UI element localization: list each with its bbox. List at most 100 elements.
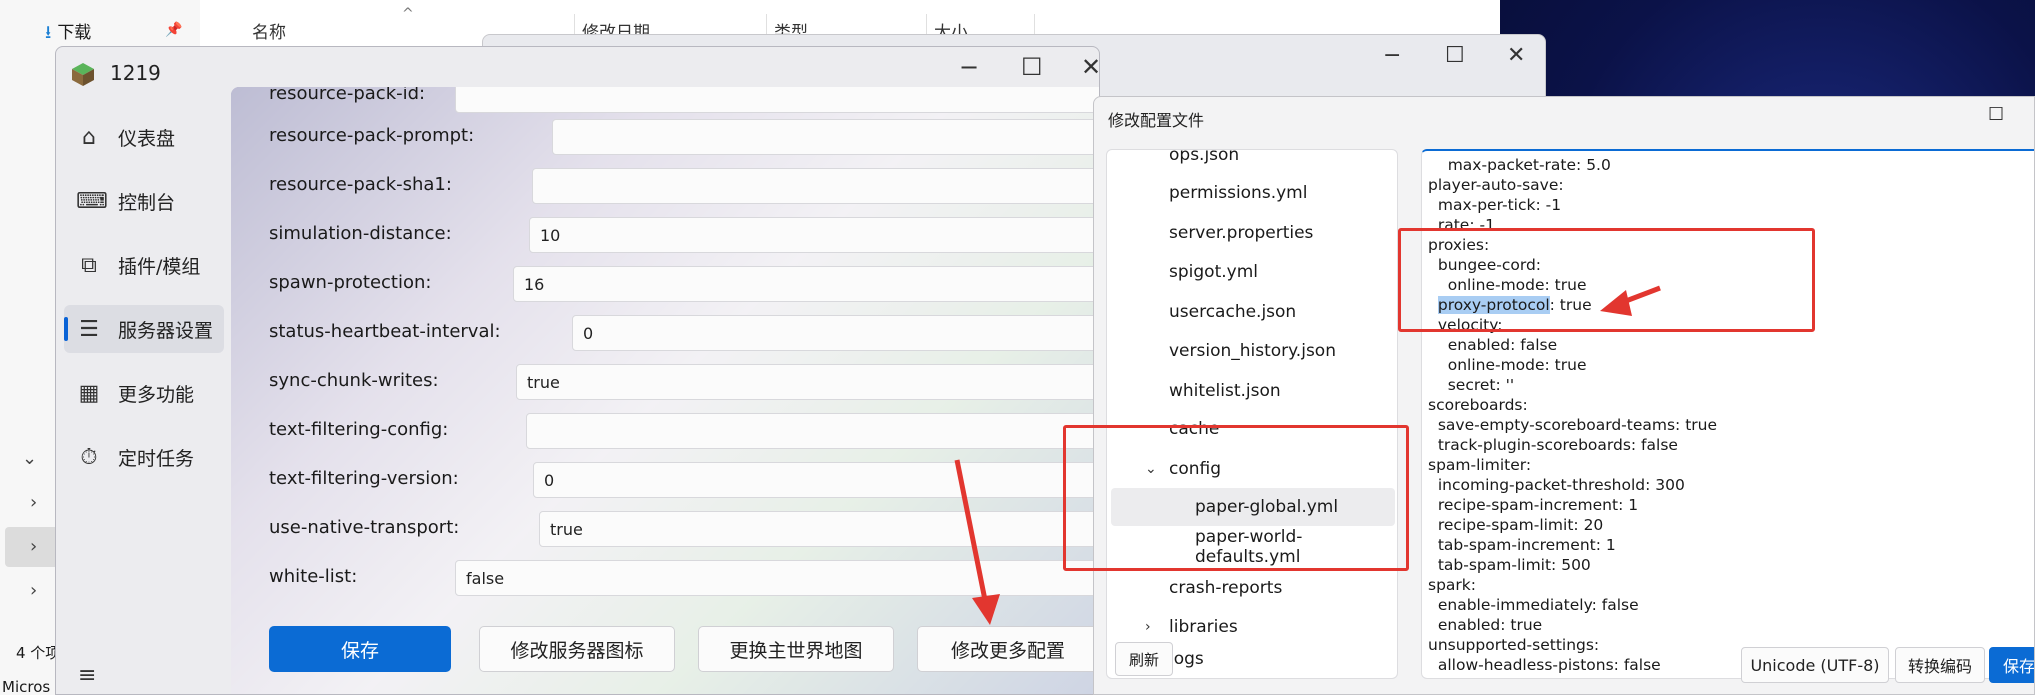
more-config-button[interactable]: 修改更多配置 <box>917 626 1099 672</box>
nav-downloads-label: 下载 <box>57 23 92 43</box>
tree-item-file[interactable]: usercache.json <box>1169 293 1296 331</box>
minimize-icon[interactable]: − <box>1383 43 1401 68</box>
grid-icon: ▦ <box>78 380 100 406</box>
code-line: track-plugin-scoreboards: false <box>1428 436 1678 454</box>
change-world-map-button[interactable]: 更换主世界地图 <box>698 626 894 672</box>
code-editor[interactable]: max-packet-rate: 5.0 player-auto-save: m… <box>1421 149 2034 679</box>
window-title: 1219 <box>110 61 161 85</box>
home-icon: ⌂ <box>82 124 96 150</box>
tree-item-label: server.properties <box>1169 223 1314 243</box>
property-label: text-filtering-version: <box>269 468 459 489</box>
maximize-icon[interactable]: ☐ <box>1988 104 2004 125</box>
sidebar-item-plugins[interactable]: ⧉ 插件/模组 <box>64 241 224 289</box>
sidebar-item-console[interactable]: ⌨ 控制台 <box>64 177 224 225</box>
sidebar-item-server-settings[interactable]: ☰ 服务器设置 <box>64 305 224 353</box>
tree-item-file[interactable]: permissions.yml <box>1169 174 1307 212</box>
code-line: unsupported-settings: <box>1428 636 1600 654</box>
property-input[interactable] <box>552 119 1099 155</box>
property-row: white-list: false <box>231 560 1099 596</box>
code-line: max-per-tick: -1 <box>1428 196 1562 214</box>
code-line: enabled: true <box>1428 616 1543 634</box>
tree-item-file-selected[interactable]: paper-global.yml <box>1111 488 1395 526</box>
code-line: secret: '' <box>1428 376 1515 394</box>
property-input[interactable] <box>532 168 1099 204</box>
maximize-icon[interactable]: ☐ <box>1445 43 1465 68</box>
property-row: resource-pack-prompt: <box>231 119 1099 155</box>
property-label: text-filtering-config: <box>269 419 449 440</box>
tree-item-label: config <box>1169 459 1222 479</box>
column-header-name[interactable]: 名称 <box>252 18 286 43</box>
sidebar-item-dashboard[interactable]: ⌂ 仪表盘 <box>64 113 224 161</box>
chevron-right-icon[interactable]: › <box>30 580 37 601</box>
tree-item-folder[interactable]: crash-reports <box>1169 569 1282 607</box>
code-line: spark: <box>1428 576 1476 594</box>
refresh-button[interactable]: 刷新 <box>1115 642 1173 676</box>
dialog-title: 修改配置文件 <box>1108 111 1205 130</box>
tree-item-file[interactable]: ops.json <box>1169 150 1239 174</box>
tree-item-file[interactable]: version_history.json <box>1169 332 1336 370</box>
property-row: simulation-distance: 10 <box>231 217 1099 253</box>
property-row: sync-chunk-writes: true <box>231 364 1099 400</box>
code-line: max-packet-rate: 5.0 <box>1428 156 1611 174</box>
tree-item-folder-config[interactable]: ⌄ config <box>1145 450 1221 488</box>
close-icon[interactable]: ✕ <box>1507 43 1525 68</box>
tree-item-label: whitelist.json <box>1169 381 1281 401</box>
tree-item-file[interactable]: spigot.yml <box>1169 253 1258 291</box>
property-input[interactable]: false <box>455 560 1099 596</box>
property-label: resource-pack-sha1: <box>269 174 452 195</box>
save-config-button[interactable]: 保存 <box>1989 647 2034 683</box>
chevron-right-icon[interactable]: › <box>30 536 37 557</box>
code-line: enabled: false <box>1428 336 1558 354</box>
tree-item-file[interactable]: paper-world-defaults.yml <box>1195 527 1397 567</box>
code-line: incoming-packet-threshold: 300 <box>1428 476 1685 494</box>
property-input[interactable] <box>455 87 1099 113</box>
code-value: : true <box>1549 296 1592 314</box>
sidebar-item-more-features[interactable]: ▦ 更多功能 <box>64 369 224 417</box>
tree-item-label: paper-global.yml <box>1195 497 1339 517</box>
code-line: online-mode: true <box>1428 356 1587 374</box>
tree-item-file[interactable]: server.properties <box>1169 214 1313 252</box>
config-editor-dialog: 修改配置文件 ☐ ops.json permissions.yml server… <box>1093 96 2035 695</box>
selected-text: proxy-protocol <box>1437 296 1550 314</box>
sidebar-item-label: 更多功能 <box>118 383 195 406</box>
property-row: text-filtering-config: <box>231 413 1099 449</box>
code-line: recipe-spam-increment: 1 <box>1428 496 1639 514</box>
change-server-icon-button[interactable]: 修改服务器图标 <box>479 626 675 672</box>
tree-item-label: cache <box>1169 419 1220 439</box>
pin-icon[interactable]: 📌 <box>165 22 182 38</box>
property-row: use-native-transport: true <box>231 511 1099 547</box>
server-manager-window: 1219 − ☐ ✕ ⌂ 仪表盘 ⌨ 控制台 ⧉ 插件/模组 ☰ 服务器设置 ▦… <box>55 46 1100 695</box>
property-row: spawn-protection: 16 <box>231 266 1099 302</box>
sidebar-item-label: 定时任务 <box>118 447 195 470</box>
property-input[interactable]: 16 <box>513 266 1099 302</box>
item-count: 4 个项 <box>16 644 61 662</box>
code-line: player-auto-save: <box>1428 176 1564 194</box>
plugin-icon: ⧉ <box>81 252 97 278</box>
code-line: recipe-spam-limit: 20 <box>1428 516 1604 534</box>
property-label: spawn-protection: <box>269 272 432 293</box>
save-button[interactable]: 保存 <box>269 626 451 672</box>
code-line: enable-immediately: false <box>1428 596 1639 614</box>
convert-encoding-button[interactable]: 转换编码 <box>1895 647 1985 683</box>
property-label: simulation-distance: <box>269 223 452 244</box>
property-input[interactable]: true <box>516 364 1099 400</box>
tree-item-folder[interactable]: cache <box>1169 410 1219 448</box>
property-input[interactable]: 0 <box>533 462 1099 498</box>
encoding-select[interactable]: Unicode (UTF-8) <box>1741 647 1889 683</box>
close-icon[interactable]: ✕ <box>1081 53 1099 81</box>
tree-item-folder[interactable]: logs <box>1169 640 1204 678</box>
property-input[interactable] <box>526 413 1099 449</box>
property-input[interactable]: 0 <box>572 315 1099 351</box>
menu-icon[interactable]: ≡ <box>78 663 96 688</box>
property-input[interactable]: true <box>539 511 1099 547</box>
chevron-right-icon[interactable]: › <box>30 492 37 513</box>
property-input[interactable]: 10 <box>529 217 1099 253</box>
property-label: white-list: <box>269 566 358 587</box>
chevron-down-icon[interactable]: ⌄ <box>22 448 37 469</box>
maximize-icon[interactable]: ☐ <box>1021 53 1043 81</box>
property-label: use-native-transport: <box>269 517 460 538</box>
property-label: resource-pack-prompt: <box>269 125 475 146</box>
sidebar-item-scheduled-tasks[interactable]: ⏱ 定时任务 <box>64 433 224 481</box>
tree-item-file[interactable]: whitelist.json <box>1169 372 1281 410</box>
minimize-icon[interactable]: − <box>959 53 979 81</box>
